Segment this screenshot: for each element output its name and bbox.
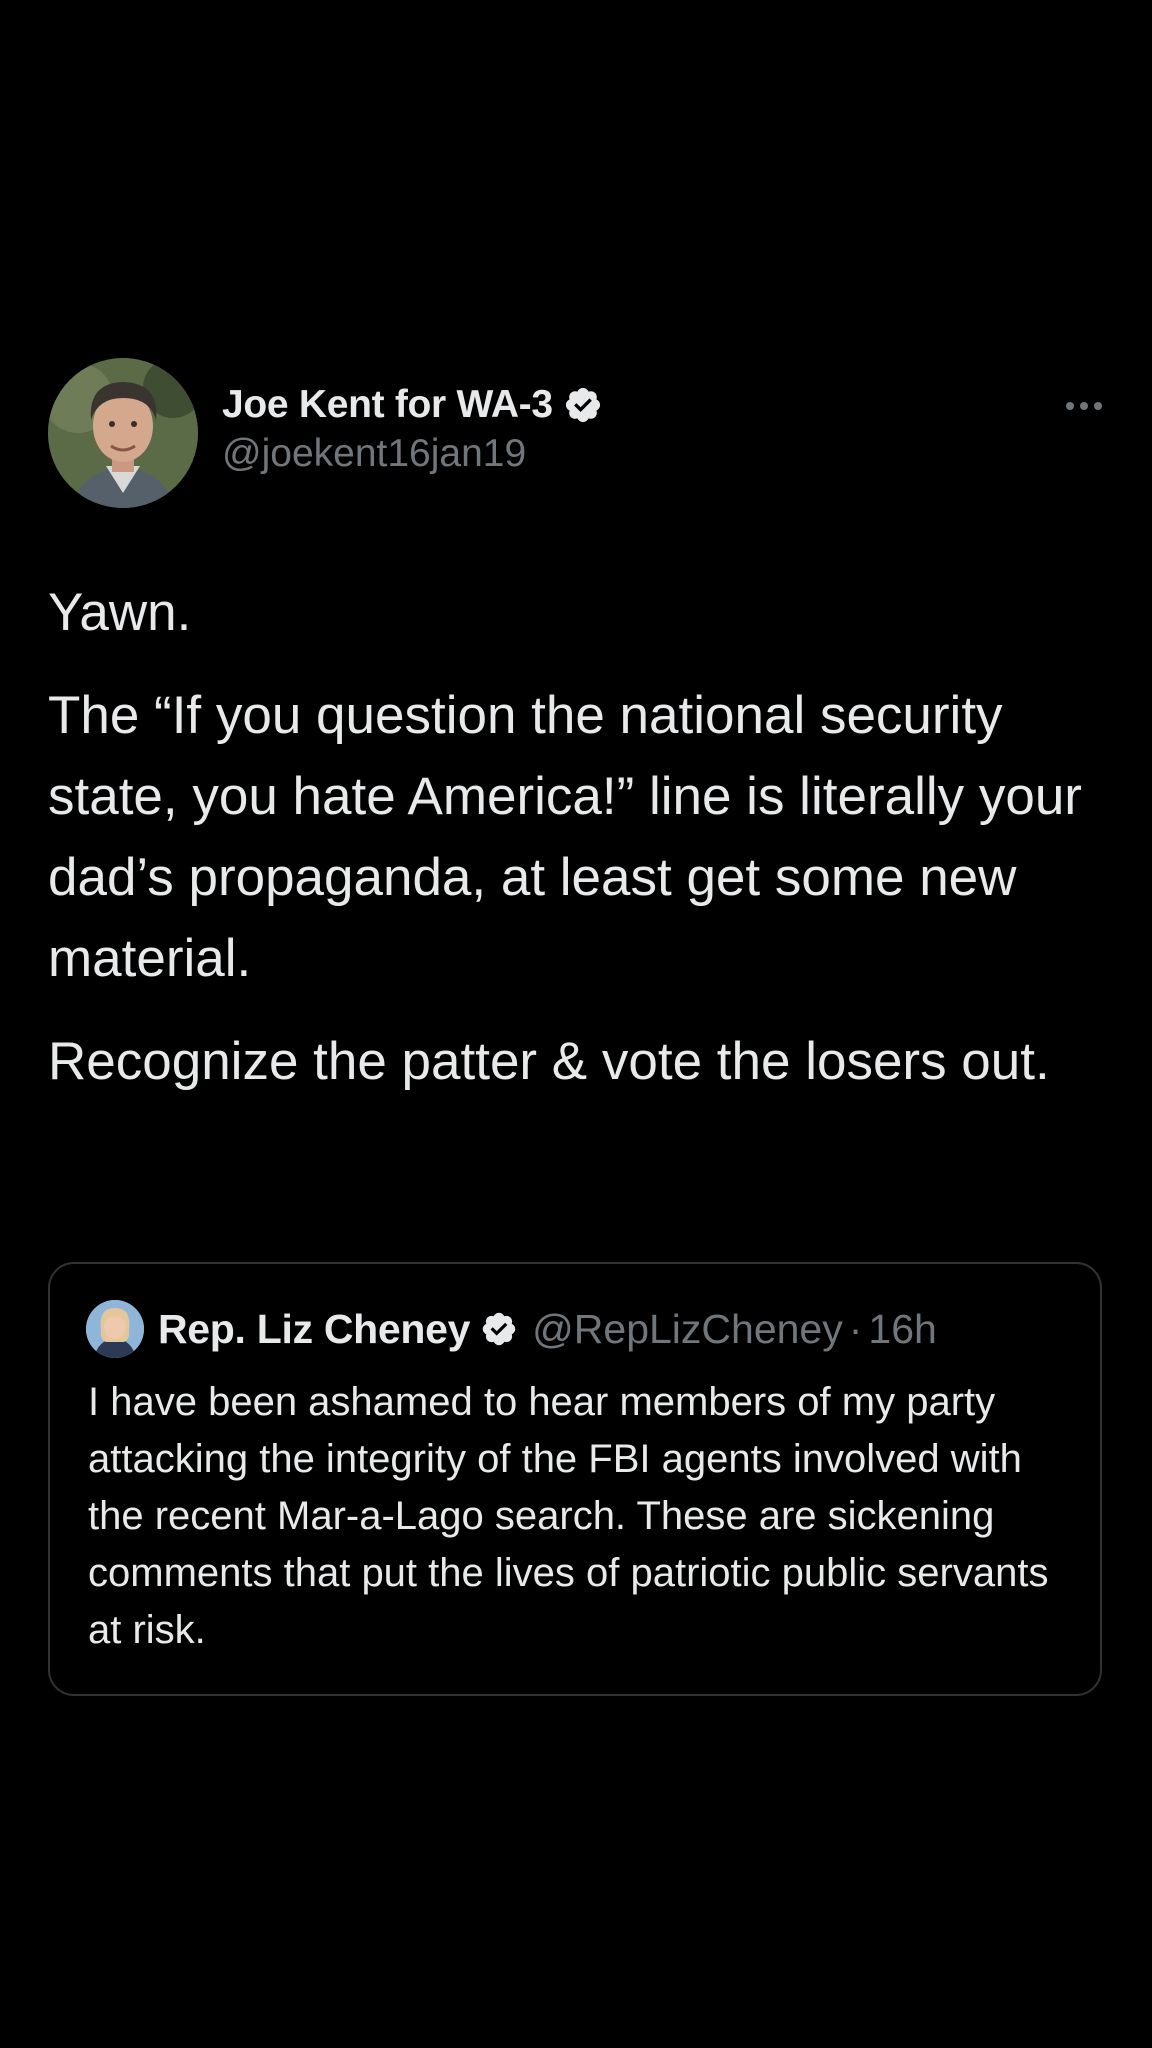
verified-badge-icon [482, 1312, 516, 1346]
quoted-tweet-text: I have been ashamed to hear members of m… [88, 1380, 1049, 1652]
tweet-header: Joe Kent for WA-3 @joekent16jan19 [48, 358, 1106, 508]
quoted-tweet-card[interactable]: Rep. Liz Cheney @RepLizCheney · 16h I ha… [48, 1262, 1102, 1696]
author-display-name[interactable]: Joe Kent for WA-3 [222, 383, 553, 427]
tweet-paragraph: Yawn. [48, 583, 192, 642]
quoted-author-avatar[interactable] [86, 1300, 144, 1358]
more-options-icon[interactable] [1062, 396, 1106, 416]
quoted-tweet-header: Rep. Liz Cheney @RepLizCheney · 16h [86, 1300, 937, 1358]
author-avatar[interactable] [48, 358, 198, 508]
quoted-author-display-name[interactable]: Rep. Liz Cheney [158, 1306, 470, 1353]
quoted-tweet-timestamp[interactable]: 16h [868, 1306, 936, 1353]
author-info: Joe Kent for WA-3 @joekent16jan19 [222, 380, 603, 476]
tweet: Joe Kent for WA-3 @joekent16jan19 Yawn. … [48, 358, 1106, 1124]
separator-dot: · [848, 1305, 863, 1352]
author-handle[interactable]: @joekent16jan19 [222, 432, 603, 476]
verified-badge-icon [565, 387, 600, 423]
tweet-paragraph: Recognize the patter & vote the losers o… [48, 1032, 1050, 1091]
tweet-paragraph: The “If you question the national securi… [48, 686, 1082, 988]
quoted-author-handle[interactable]: @RepLizCheney [532, 1306, 843, 1353]
tweet-text: Yawn. The “If you question the national … [48, 572, 1106, 1102]
